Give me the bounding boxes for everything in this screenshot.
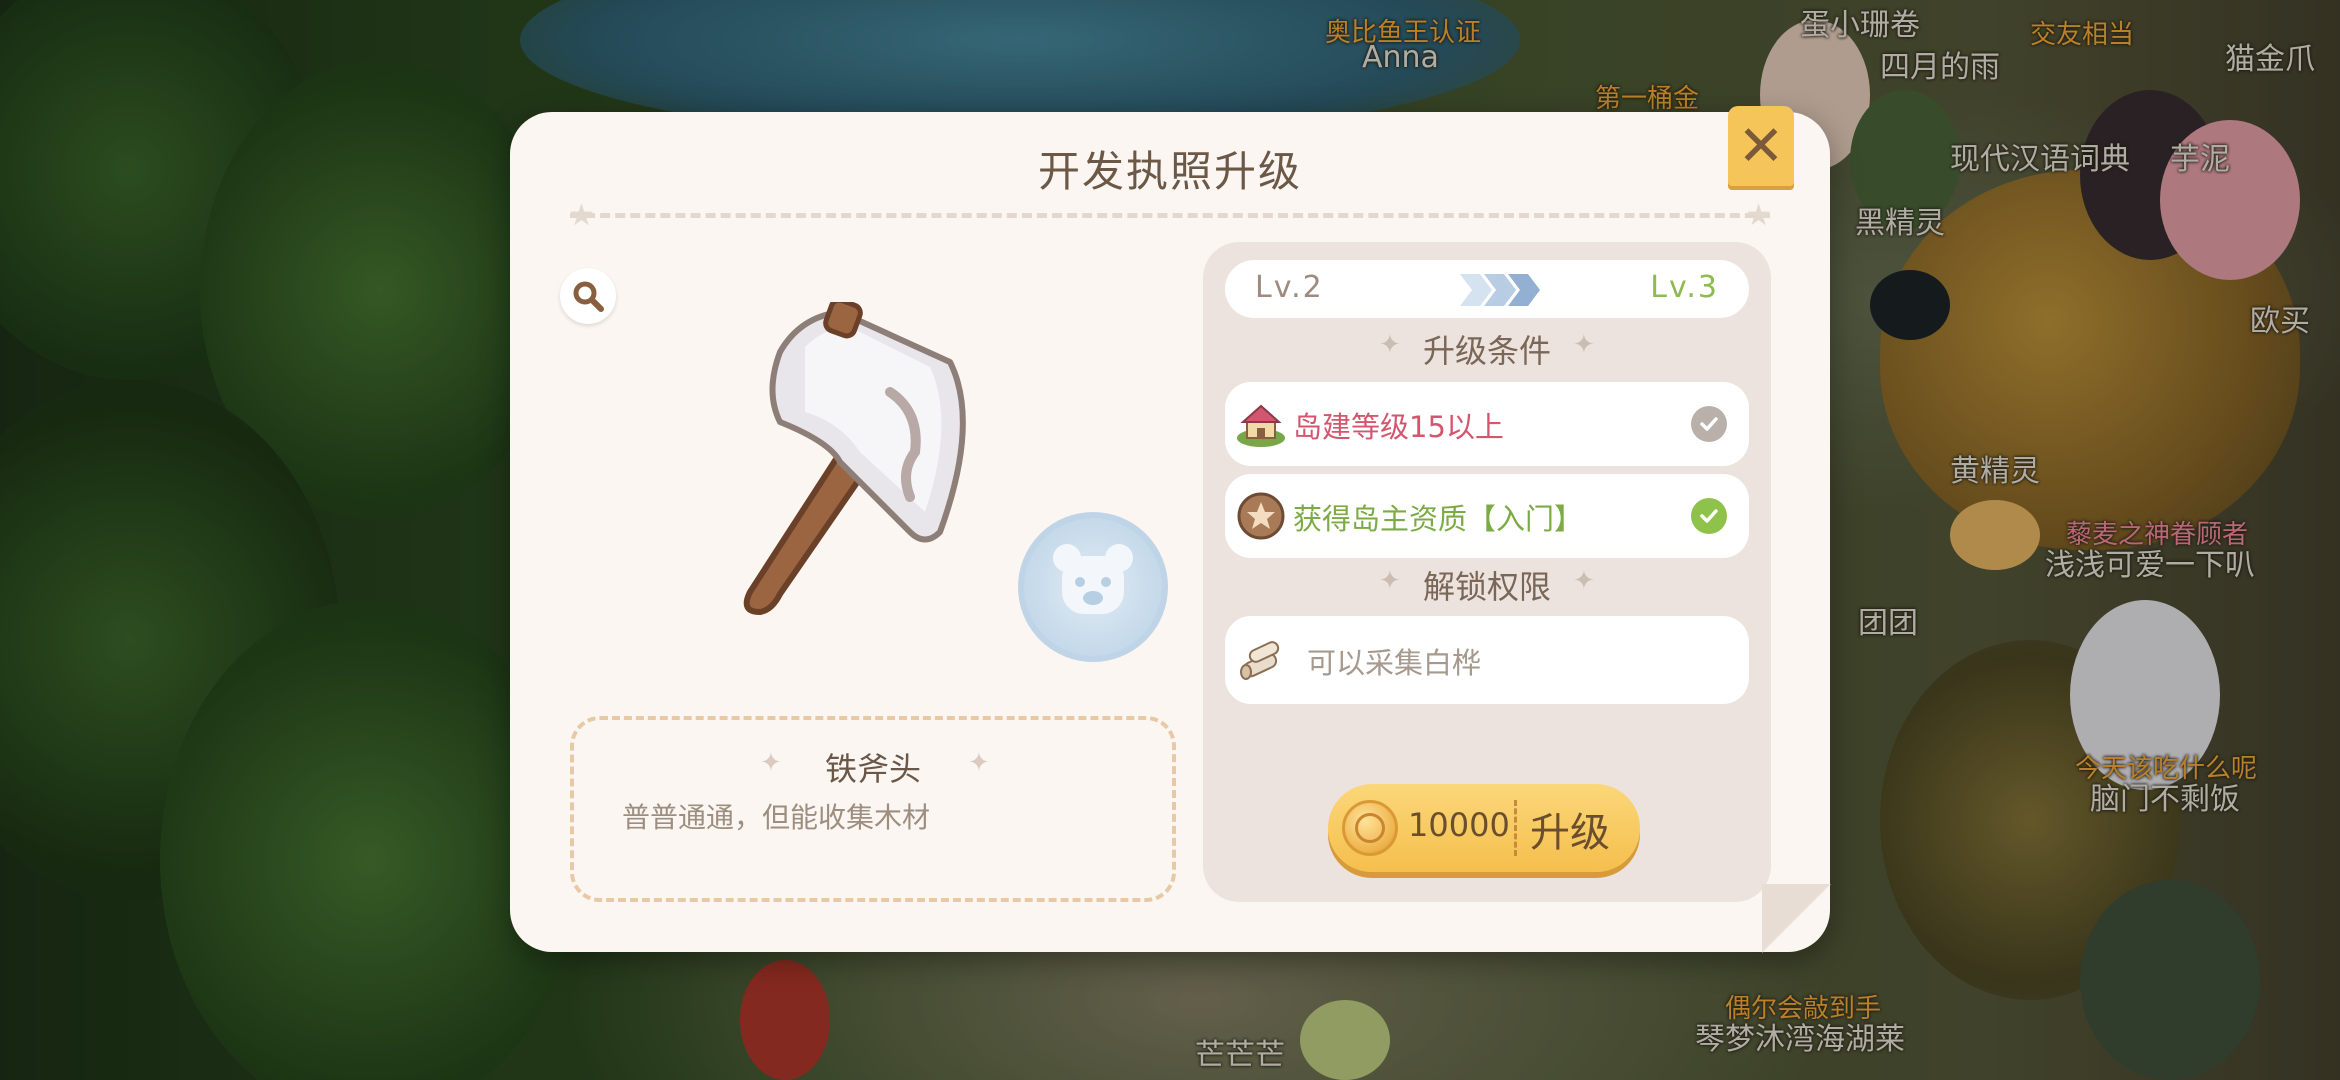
sparkle-icon: ✦ (1573, 566, 1595, 596)
condition-text: 岛建等级15以上 (1293, 410, 1504, 444)
item-description-box: ✦ 铁斧头 ✦ 普普通通，但能收集木材 (570, 716, 1176, 902)
level-bar: Lv.2 Lv.3 (1225, 260, 1749, 318)
unlock-row: 可以采集白桦 (1225, 616, 1749, 704)
inspect-button[interactable] (560, 268, 616, 324)
close-button[interactable]: ✕ (1728, 106, 1794, 186)
check-icon (1691, 406, 1727, 442)
upgrade-panel: Lv.2 Lv.3 ✦ 升级条件 ✦ 岛建等级15以上 获得岛主资质【入门】 ✦… (1203, 242, 1771, 902)
item-name: 铁斧头 (824, 750, 921, 788)
axe-icon (710, 297, 970, 622)
star-icon: ★ (1745, 198, 1772, 233)
coin-icon (1342, 800, 1398, 856)
unlock-text: 可以采集白桦 (1307, 646, 1482, 680)
sparkle-icon: ✦ (1573, 330, 1595, 360)
current-level: Lv.2 (1255, 270, 1324, 305)
conditions-heading: 升级条件 (1422, 332, 1551, 370)
island-house-icon (1237, 404, 1285, 447)
cookie-medal-icon (1237, 492, 1285, 540)
license-upgrade-dialog: 开发执照升级 ★ ★ ✕ ✦ 铁斧头 ✦ 普普通通，但能收集木材 Lv.2 Lv… (510, 106, 1832, 954)
unlocks-heading: 解锁权限 (1422, 568, 1551, 606)
dialog-title: 开发执照升级 (1037, 147, 1302, 196)
title-divider (570, 213, 1770, 218)
condition-row: 获得岛主资质【入门】 (1225, 474, 1749, 558)
upgrade-label: 升级 (1530, 810, 1610, 856)
condition-row: 岛建等级15以上 (1225, 382, 1749, 466)
sparkle-icon: ✦ (968, 748, 990, 778)
next-level: Lv.3 (1650, 270, 1719, 305)
item-description: 普普通通，但能收集木材 (622, 801, 931, 834)
button-divider (1514, 800, 1517, 856)
level-arrows-icon (1460, 274, 1540, 306)
magnifier-icon (573, 281, 604, 312)
upgrade-cost: 10000 (1408, 806, 1510, 844)
close-icon: ✕ (1737, 113, 1785, 179)
log-icon (1240, 641, 1280, 680)
condition-text: 获得岛主资质【入门】 (1293, 502, 1584, 536)
check-icon (1691, 498, 1727, 534)
star-icon: ★ (568, 198, 595, 233)
bear-badge-icon (1018, 512, 1168, 662)
upgrade-button[interactable]: 10000 升级 (1328, 784, 1640, 872)
